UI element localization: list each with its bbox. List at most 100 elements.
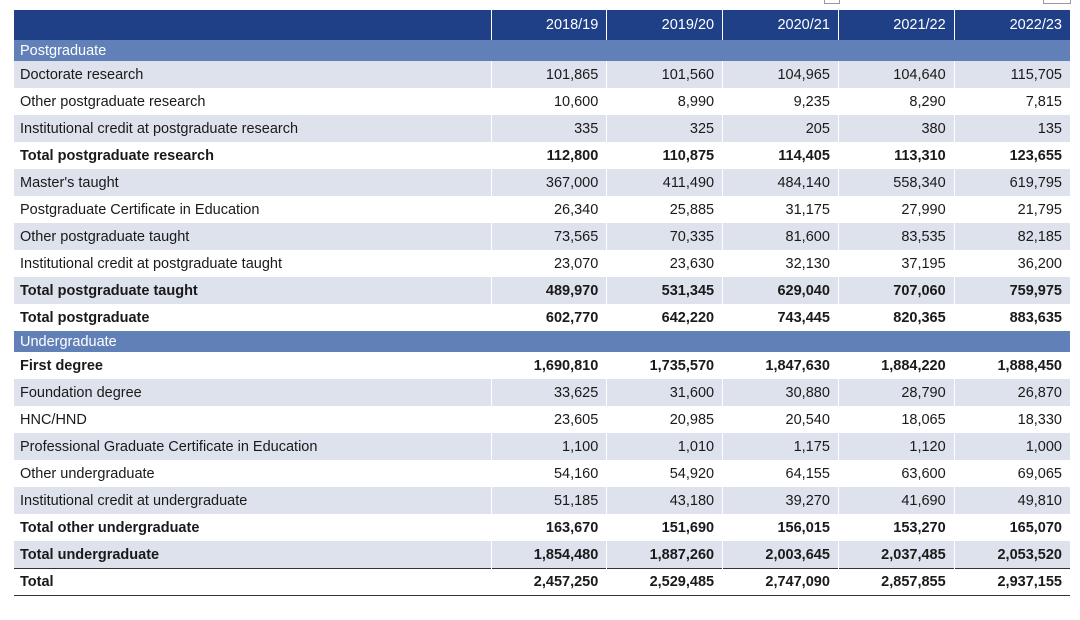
row-value: 558,340 [838, 169, 955, 196]
row-label: Doctorate research [14, 61, 492, 88]
row-value: 101,560 [606, 61, 724, 88]
row-value: 25,885 [606, 196, 724, 223]
row-value: 1,120 [838, 433, 955, 460]
table-row: Other postgraduate taught 73,565 70,335 81,… [14, 223, 1070, 250]
row-value: 26,340 [491, 196, 608, 223]
row-value: 325 [606, 115, 724, 142]
row-value: 153,270 [838, 514, 955, 541]
row-label: First degree [14, 352, 492, 379]
row-label: Postgraduate Certificate in Education [14, 196, 492, 223]
row-value: 411,490 [606, 169, 724, 196]
row-value: 1,010 [606, 433, 724, 460]
table-row: Foundation degree 33,625 31,600 30,880 28,79… [14, 379, 1070, 406]
top-control-right[interactable] [1043, 0, 1071, 4]
row-value: 110,875 [606, 142, 724, 169]
table-row: Total postgraduate taught 489,970 531,345 6… [14, 277, 1070, 304]
row-value: 101,865 [491, 61, 608, 88]
row-value: 27,990 [838, 196, 955, 223]
table-row: Professional Graduate Certificate in Edu… [14, 433, 1070, 460]
table-row: Master's taught 367,000 411,490 484,140 558,… [14, 169, 1070, 196]
table-row: Total other undergraduate 163,670 151,690 1… [14, 514, 1070, 541]
data-table: 2018/19 2019/20 2020/21 2021/22 2022/23 Post… [14, 10, 1070, 596]
row-label: Total postgraduate research [14, 142, 492, 169]
row-value: 883,635 [1009, 309, 1062, 326]
row-value: 10,600 [491, 88, 608, 115]
row-value: 619,795 [954, 169, 1070, 196]
row-value: 8,990 [606, 88, 724, 115]
row-value: 7,815 [1025, 93, 1062, 110]
row-value: 63,600 [838, 460, 955, 487]
row-value: 2,857,855 [838, 568, 955, 596]
table-body: Postgraduate Doctorate research 101,865 101… [14, 40, 1070, 596]
row-value: 335 [491, 115, 608, 142]
row-value: 83,535 [838, 223, 955, 250]
row-value: 30,880 [722, 379, 839, 406]
row-value: 69,065 [1017, 465, 1062, 482]
row-value: 21,795 [1017, 201, 1062, 218]
row-value: 23,630 [606, 250, 724, 277]
row-value: 1,175 [722, 433, 839, 460]
row-label: Total undergraduate [14, 541, 492, 569]
row-value: 489,970 [491, 277, 608, 304]
row-label: Institutional credit at postgraduate res… [14, 115, 492, 142]
row-label: Foundation degree [14, 379, 492, 406]
table-row: Institutional credit at undergraduate 51,… [14, 487, 1070, 514]
row-value: 2,457,250 [491, 568, 608, 596]
section-title: Postgraduate [14, 40, 1070, 61]
table-row: Postgraduate Certificate in Education 26,… [14, 196, 1070, 223]
row-label: Total [14, 568, 492, 596]
header-cell-year: 2019/20 [606, 10, 724, 40]
table-row: Total postgraduate research 112,800 110,87… [14, 142, 1070, 169]
row-value: 2,529,485 [606, 568, 724, 596]
row-value: 18,065 [838, 406, 955, 433]
row-label: Other undergraduate [14, 460, 492, 487]
table-row: Doctorate research 101,865 101,560 104,965 1… [14, 61, 1070, 88]
row-value: 380 [838, 115, 955, 142]
row-value: 642,220 [606, 304, 724, 331]
row-value: 484,140 [722, 169, 839, 196]
row-value: 367,000 [491, 169, 608, 196]
row-value: 54,160 [491, 460, 608, 487]
row-value: 205 [722, 115, 839, 142]
row-value: 1,100 [491, 433, 608, 460]
row-value: 37,195 [838, 250, 955, 277]
row-value: 707,060 [838, 277, 955, 304]
row-value: 1,000 [954, 433, 1070, 460]
section-header-row: Postgraduate [14, 40, 1070, 61]
row-value: 123,655 [1009, 147, 1062, 164]
row-value: 20,540 [722, 406, 839, 433]
row-label: HNC/HND [14, 406, 492, 433]
row-value: 2,003,645 [722, 541, 839, 569]
row-label: Other postgraduate research [14, 88, 492, 115]
table-row: Institutional credit at postgraduate res… [14, 115, 1070, 142]
row-value: 33,625 [491, 379, 608, 406]
row-label: Other postgraduate taught [14, 223, 492, 250]
header-cell-year: 2018/19 [491, 10, 608, 40]
row-value: 114,405 [722, 142, 839, 169]
row-value: 81,600 [722, 223, 839, 250]
row-value: 1,884,220 [838, 352, 955, 379]
table-row: Other postgraduate research 10,600 8,990 9,… [14, 88, 1070, 115]
row-value: 54,920 [606, 460, 724, 487]
row-value: 36,200 [1017, 255, 1062, 272]
section-header-row: Undergraduate [14, 331, 1070, 352]
row-value: 112,800 [491, 142, 608, 169]
table-row: Total undergraduate 1,854,480 1,887,260 2,0… [14, 541, 1070, 569]
row-value: 156,015 [722, 514, 839, 541]
table-row: HNC/HND 23,605 20,985 20,540 18,065 18,330 [14, 406, 1070, 433]
row-value: 70,335 [606, 223, 724, 250]
row-value: 2,747,090 [722, 568, 839, 596]
grand-total-row: Total 2,457,250 2,529,485 2,747,090 2,857,85… [14, 568, 1070, 596]
row-value: 1,854,480 [491, 541, 608, 569]
row-value: 629,040 [722, 277, 839, 304]
row-value: 1,847,630 [722, 352, 839, 379]
header-row: 2018/19 2019/20 2020/21 2021/22 2022/23 [14, 10, 1070, 40]
table-row: First degree 1,690,810 1,735,570 1,847,630 1… [14, 352, 1070, 379]
row-value: 104,640 [838, 61, 955, 88]
row-value: 151,690 [606, 514, 724, 541]
row-value: 23,605 [491, 406, 608, 433]
row-value: 28,790 [838, 379, 955, 406]
row-label: Professional Graduate Certificate in Edu… [14, 433, 492, 460]
top-control-left[interactable] [824, 0, 840, 4]
row-value: 104,965 [722, 61, 839, 88]
